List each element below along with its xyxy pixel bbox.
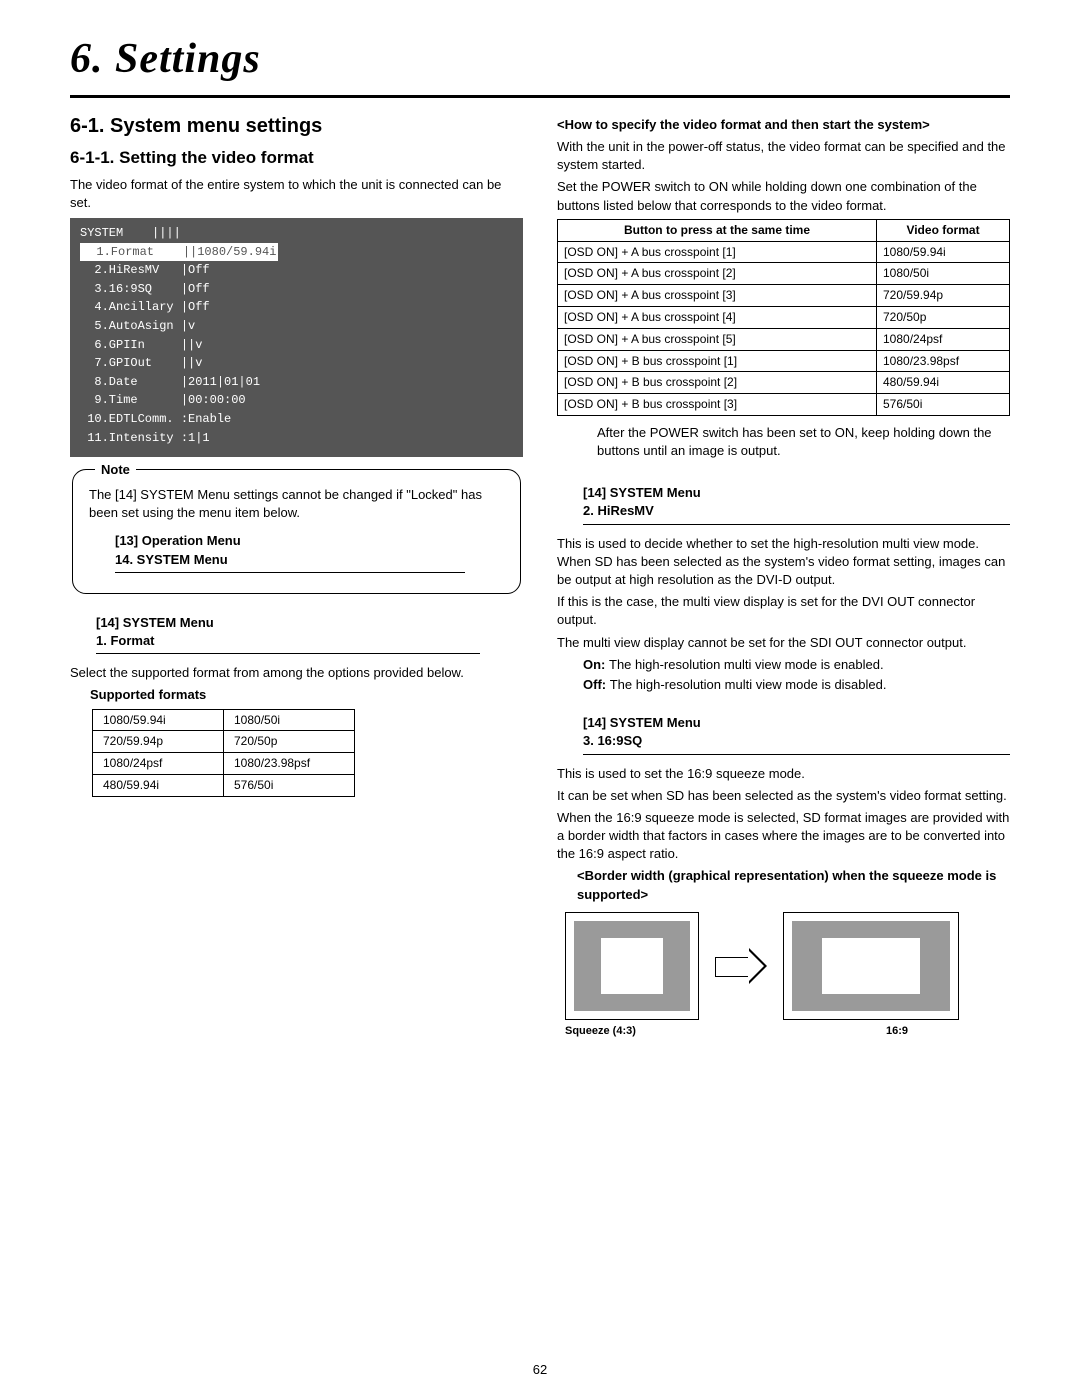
button-format-table: Button to press at the same time Video f… — [557, 219, 1010, 416]
howto-title: <How to specify the video format and the… — [557, 116, 1010, 134]
note-label: Note — [95, 461, 136, 479]
border-title: <Border width (graphical representation)… — [577, 867, 1010, 903]
menu1-line2: 1. Format — [96, 633, 155, 648]
table-row: [OSD ON] + B bus crosspoint [1]1080/23.9… — [558, 350, 1010, 372]
sq-p3: When the 16:9 squeeze mode is selected, … — [557, 809, 1010, 864]
table-row: 1080/59.94i1080/50i — [93, 709, 355, 731]
osd-screen: SYSTEM |||| 1.Format ||1080/59.94i 2.HiR… — [70, 218, 523, 457]
intro-paragraph: The video format of the entire system to… — [70, 176, 523, 212]
left-column: 6-1. System menu settings 6-1-1. Setting… — [70, 112, 523, 1039]
osd-row: 5.AutoAsign |v — [80, 317, 513, 336]
squeeze-169-frame — [783, 912, 959, 1020]
osd-row: 6.GPIIn ||v — [80, 336, 513, 355]
osd-row: 4.Ancillary |Off — [80, 298, 513, 317]
osd-row: 10.EDTLComm. :Enable — [80, 410, 513, 429]
osd-row: 9.Time |00:00:00 — [80, 391, 513, 410]
select-text: Select the supported format from among t… — [70, 664, 523, 682]
chapter-title: 6. Settings — [70, 30, 1010, 98]
section-heading: 6-1. System menu settings — [70, 112, 523, 140]
table-row: [OSD ON] + A bus crosspoint [2]1080/50i — [558, 263, 1010, 285]
caption-169: 16:9 — [809, 1024, 985, 1039]
menu3-line2: 3. 16:9SQ — [583, 733, 642, 748]
table-row: [OSD ON] + B bus crosspoint [3]576/50i — [558, 394, 1010, 416]
sq-p2: It can be set when SD has been selected … — [557, 787, 1010, 805]
note-menu-line1: [13] Operation Menu — [115, 533, 241, 548]
table-row: 480/59.94i576/50i — [93, 774, 355, 796]
subsection-heading: 6-1-1. Setting the video format — [70, 146, 523, 170]
off-label: Off: — [583, 677, 606, 692]
caption-squeeze-43: Squeeze (4:3) — [565, 1024, 749, 1039]
osd-header: SYSTEM |||| — [80, 224, 513, 243]
on-text: The high-resolution multi view mode is e… — [609, 657, 884, 672]
table-row: [OSD ON] + A bus crosspoint [1]1080/59.9… — [558, 241, 1010, 263]
table-row: [OSD ON] + B bus crosspoint [2]480/59.94… — [558, 372, 1010, 394]
after-power-text: After the POWER switch has been set to O… — [597, 424, 1010, 460]
menu2-line2: 2. HiResMV — [583, 503, 654, 518]
off-text: The high-resolution multi view mode is d… — [610, 677, 887, 692]
table-header-format: Video format — [877, 219, 1010, 241]
supported-formats-table: 1080/59.94i1080/50i720/59.94p720/50p1080… — [92, 709, 355, 797]
squeeze-diagram — [565, 912, 1010, 1020]
table-row: [OSD ON] + A bus crosspoint [5]1080/24ps… — [558, 328, 1010, 350]
howto-p1: With the unit in the power-off status, t… — [557, 138, 1010, 174]
menu1-line1: [14] SYSTEM Menu — [96, 615, 214, 630]
osd-row: 2.HiResMV |Off — [80, 261, 513, 280]
osd-row: 7.GPIOut ||v — [80, 354, 513, 373]
hires-p3: The multi view display cannot be set for… — [557, 634, 1010, 652]
osd-row: 3.16:9SQ |Off — [80, 280, 513, 299]
hires-p1: This is used to decide whether to set th… — [557, 535, 1010, 590]
osd-row: 11.Intensity :1|1 — [80, 429, 513, 448]
table-header-button: Button to press at the same time — [558, 219, 877, 241]
right-column: <How to specify the video format and the… — [557, 112, 1010, 1039]
arrow-icon — [715, 949, 767, 983]
table-row: 1080/24psf1080/23.98psf — [93, 753, 355, 775]
note-box: Note The [14] SYSTEM Menu settings canno… — [72, 469, 521, 594]
on-label: On: — [583, 657, 605, 672]
table-row: [OSD ON] + A bus crosspoint [4]720/50p — [558, 306, 1010, 328]
howto-p2: Set the POWER switch to ON while holding… — [557, 178, 1010, 214]
hires-p2: If this is the case, the multi view disp… — [557, 593, 1010, 629]
supported-formats-label: Supported formats — [90, 686, 523, 704]
osd-row: 1.Format ||1080/59.94i — [80, 243, 513, 262]
table-row: [OSD ON] + A bus crosspoint [3]720/59.94… — [558, 285, 1010, 307]
menu2-line1: [14] SYSTEM Menu — [583, 485, 701, 500]
table-row: 720/59.94p720/50p — [93, 731, 355, 753]
note-text: The [14] SYSTEM Menu settings cannot be … — [89, 486, 504, 522]
squeeze-43-frame — [565, 912, 699, 1020]
sq-p1: This is used to set the 16:9 squeeze mod… — [557, 765, 1010, 783]
note-menu-line2: 14. SYSTEM Menu — [115, 552, 228, 567]
menu3-line1: [14] SYSTEM Menu — [583, 715, 701, 730]
osd-row: 8.Date |2011|01|01 — [80, 373, 513, 392]
page-number: 62 — [0, 1361, 1080, 1379]
